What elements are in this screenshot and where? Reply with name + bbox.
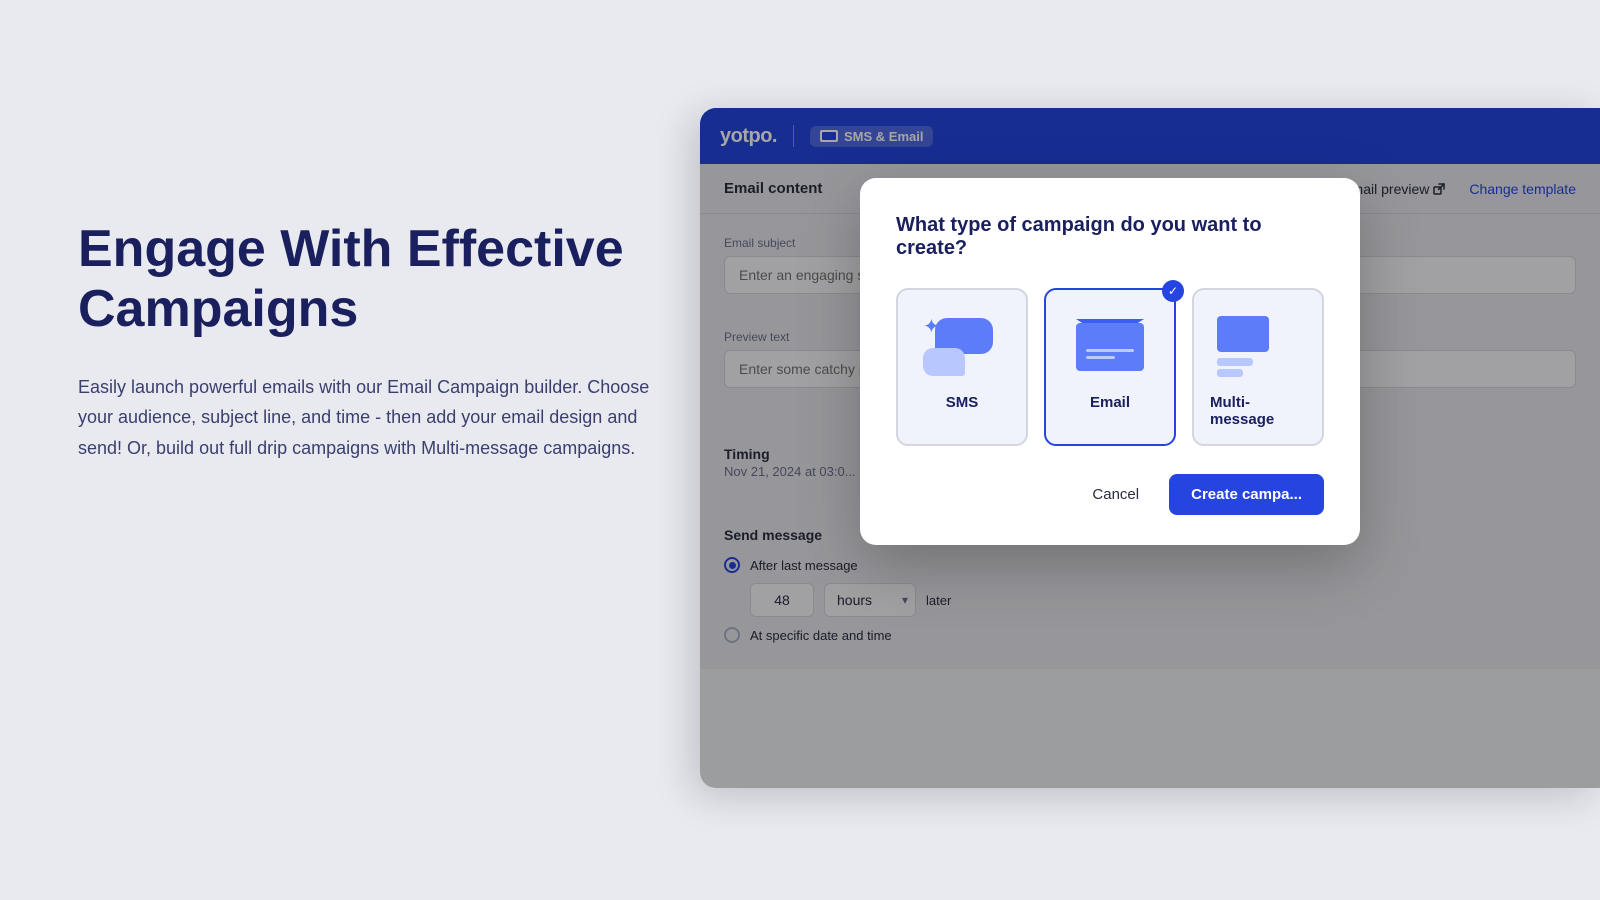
email-envelope xyxy=(1076,319,1144,371)
email-selected-check: ✓ xyxy=(1162,280,1184,302)
multi-message-option[interactable]: Multi-message xyxy=(1192,288,1324,446)
multi-option-label: Multi-message xyxy=(1210,394,1306,428)
email-option[interactable]: ✓ Email xyxy=(1044,288,1176,446)
modal-options: ✦ SMS ✓ xyxy=(896,288,1324,446)
multi-bar-1 xyxy=(1217,358,1253,366)
campaign-type-modal: What type of campaign do you want to cre… xyxy=(860,178,1360,545)
email-line-1 xyxy=(1086,349,1134,352)
create-campaign-button[interactable]: Create campa... xyxy=(1169,474,1324,515)
modal-overlay: What type of campaign do you want to cre… xyxy=(700,108,1600,788)
hero-body: Easily launch powerful emails with our E… xyxy=(78,372,658,464)
email-envelope-body xyxy=(1076,323,1144,371)
sms-option-label: SMS xyxy=(946,394,979,411)
multi-env-1 xyxy=(1217,316,1269,352)
multi-bar-2 xyxy=(1217,369,1243,377)
app-window: yotpo. SMS & Email Email content Email p… xyxy=(700,108,1600,788)
email-illustration xyxy=(1070,310,1150,380)
sms-illustration: ✦ xyxy=(917,310,1007,380)
modal-footer: Cancel Create campa... xyxy=(896,474,1324,515)
left-panel: Engage With Effective Campaigns Easily l… xyxy=(78,220,658,463)
email-open-lines xyxy=(1086,349,1134,363)
hero-title: Engage With Effective Campaigns xyxy=(78,220,658,340)
sms-bubble-small xyxy=(923,348,965,376)
email-line-2 xyxy=(1086,356,1115,359)
multi-illustration xyxy=(1213,310,1303,380)
email-option-label: Email xyxy=(1090,394,1130,411)
sms-option[interactable]: ✦ SMS xyxy=(896,288,1028,446)
modal-title: What type of campaign do you want to cre… xyxy=(896,214,1324,260)
cancel-button[interactable]: Cancel xyxy=(1076,476,1155,513)
